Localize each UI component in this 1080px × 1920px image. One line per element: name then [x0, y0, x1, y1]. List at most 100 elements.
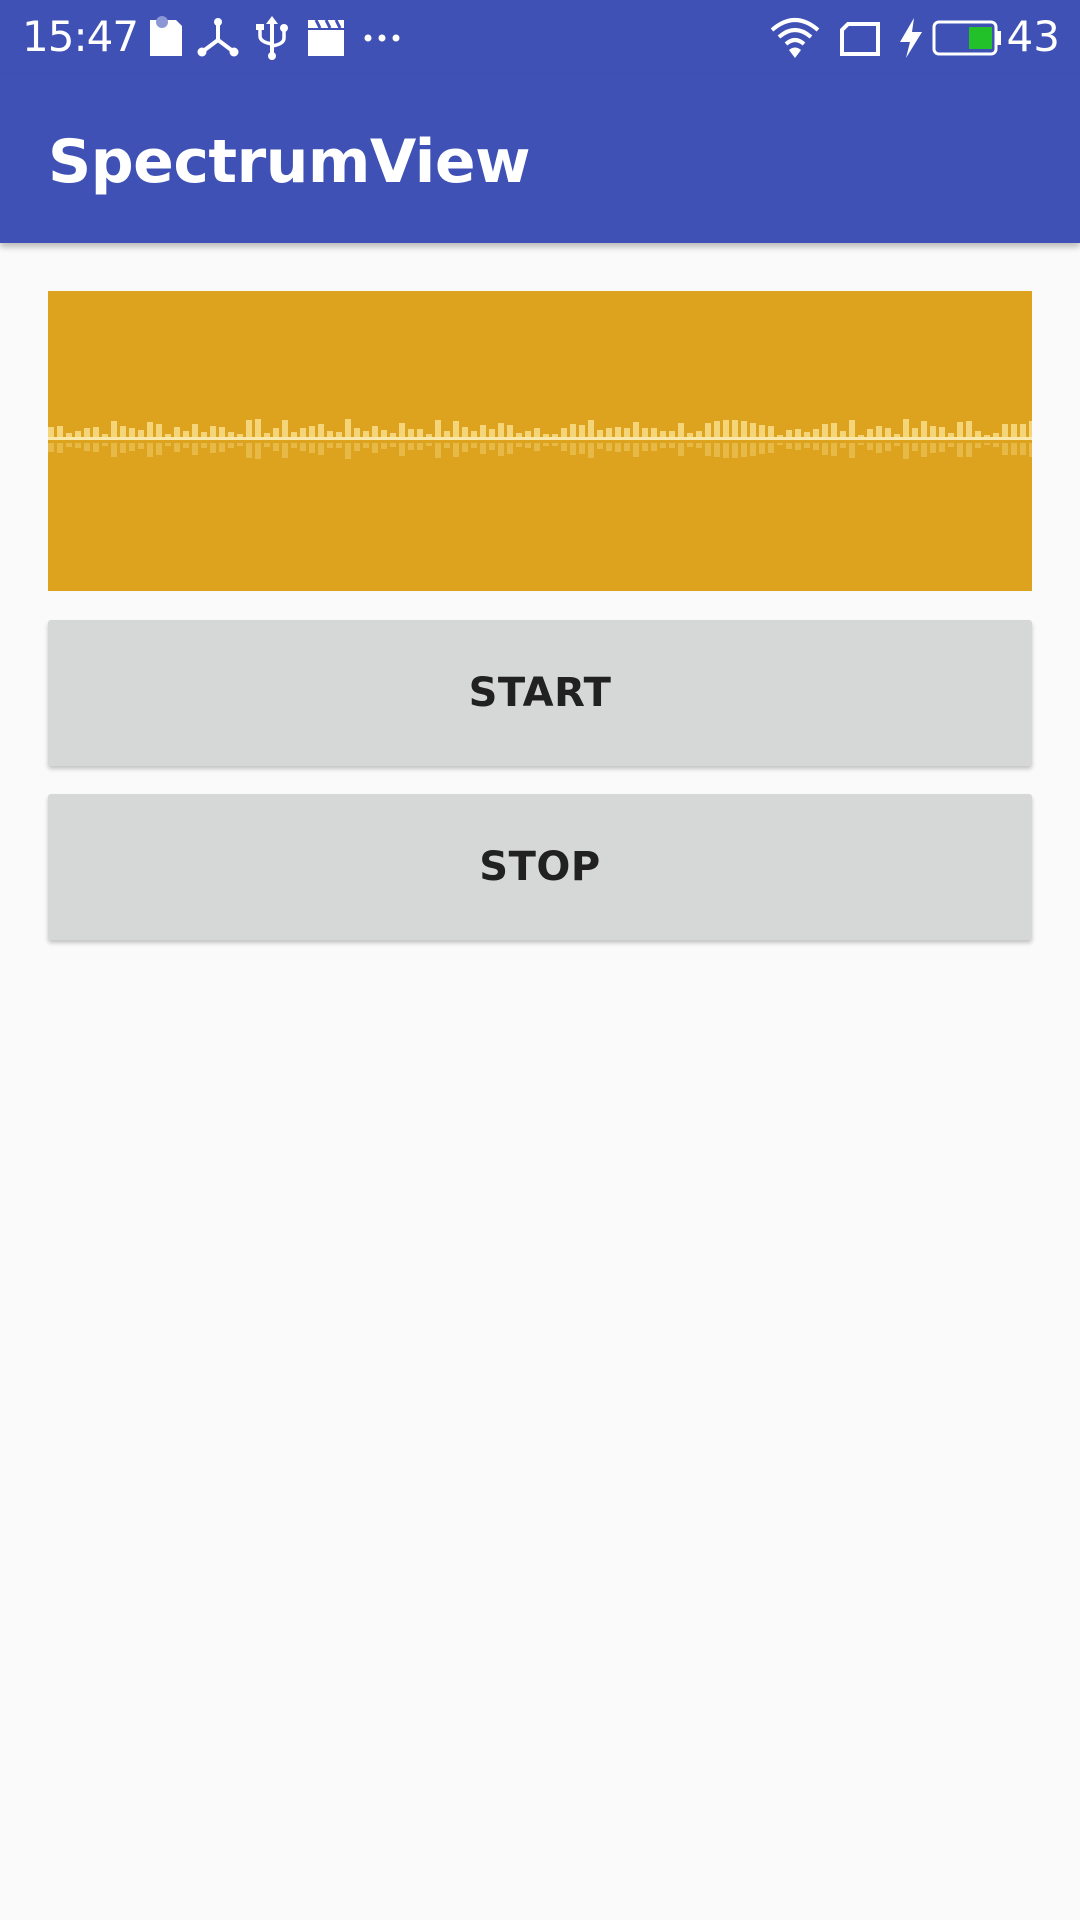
spectrum-bar — [57, 426, 63, 437]
spectrum-bar — [120, 426, 126, 437]
spectrum-bar — [786, 430, 792, 437]
spectrum-bar-reflection — [84, 443, 90, 451]
spectrum-bar — [462, 427, 468, 437]
spectrum-bar-reflection — [876, 443, 882, 453]
spectrum-bar — [1029, 421, 1032, 437]
spectrum-bar-reflection — [291, 443, 297, 448]
spectrum-bar-reflection — [993, 443, 999, 447]
spectrum-bar — [840, 431, 846, 437]
spectrum-bar-reflection — [1011, 443, 1017, 455]
spectrum-bar-reflection — [48, 443, 54, 452]
spectrum-bar-reflection — [345, 443, 351, 459]
spectrum-bar — [282, 420, 288, 437]
spectrum-bar-reflection — [813, 443, 819, 450]
spectrum-bar — [633, 422, 639, 437]
spectrum-bar-reflection — [939, 443, 945, 452]
spectrum-bar — [696, 431, 702, 437]
spectrum-bar — [1002, 424, 1008, 437]
spectrum-bar-reflection — [795, 443, 801, 450]
spectrum-bar-reflection — [840, 443, 846, 448]
spectrum-bar-reflection — [237, 443, 243, 446]
spectrum-bar-reflection — [210, 443, 216, 453]
stop-button[interactable]: STOP — [48, 794, 1032, 940]
spectrum-bar-reflection — [1020, 443, 1026, 455]
spectrum-bar — [561, 428, 567, 437]
spectrum-visualizer — [48, 419, 1032, 459]
spectrum-bar-reflection — [1029, 443, 1032, 457]
app-bar: SpectrumView — [0, 75, 1080, 243]
spectrum-bar — [381, 430, 387, 437]
spectrum-bar — [273, 428, 279, 437]
spectrum-bar-reflection — [597, 443, 603, 449]
spectrum-bar — [678, 423, 684, 437]
spectrum-bar-reflection — [111, 443, 117, 457]
spectrum-bar-reflection — [669, 443, 675, 448]
spectrum-bar — [831, 423, 837, 437]
spectrum-bar-reflection — [318, 443, 324, 455]
sd-card-icon — [144, 16, 188, 60]
spectrum-bar-reflection — [399, 443, 405, 456]
spectrum-bar — [921, 421, 927, 437]
spectrum-bar-reflection — [948, 443, 954, 447]
spectrum-bar-reflection — [984, 443, 990, 445]
spectrum-bar — [210, 426, 216, 437]
spectrum-bar — [687, 433, 693, 437]
spectrum-bar-reflection — [471, 443, 477, 448]
spectrum-bar-reflection — [741, 443, 747, 457]
spectrum-bar-reflection — [444, 443, 450, 448]
spectrum-bar-reflection — [678, 443, 684, 456]
spectrum-bar-reflection — [390, 443, 396, 447]
spectrum-bar-reflection — [822, 443, 828, 455]
spectrum-bar-reflection — [165, 443, 171, 446]
spectrum-bar-reflection — [894, 443, 900, 446]
spectrum-bar — [624, 428, 630, 437]
network-share-icon — [196, 16, 240, 60]
spectrum-bar-reflection — [885, 443, 891, 451]
spectrum-bar — [498, 423, 504, 437]
spectrum-view — [48, 291, 1032, 591]
spectrum-bar — [939, 427, 945, 437]
spectrum-bar-reflection — [696, 443, 702, 448]
spectrum-bar-reflection — [561, 443, 567, 451]
spectrum-bar — [768, 426, 774, 437]
sim-card-icon — [838, 16, 882, 60]
spectrum-bar-reflection — [489, 443, 495, 450]
spectrum-bar — [426, 434, 432, 437]
spectrum-bar-reflection — [129, 443, 135, 451]
spectrum-bar — [228, 432, 234, 437]
spectrum-bar — [300, 428, 306, 437]
spectrum-bar-reflection — [660, 443, 666, 448]
start-button[interactable]: START — [48, 620, 1032, 766]
spectrum-bar-reflection — [57, 443, 63, 453]
spectrum-bar-reflection — [417, 443, 423, 450]
spectrum-bar — [723, 420, 729, 437]
spectrum-bar — [471, 431, 477, 437]
spectrum-bar — [435, 420, 441, 437]
spectrum-bar — [138, 430, 144, 437]
spectrum-bar — [885, 428, 891, 437]
spectrum-bar — [48, 427, 54, 437]
spectrum-bar-reflection — [552, 443, 558, 446]
spectrum-bar — [516, 433, 522, 437]
spectrum-bar-reflection — [687, 443, 693, 447]
spectrum-bar-reflection — [147, 443, 153, 457]
spectrum-bar-reflection — [966, 443, 972, 457]
spectrum-bar — [408, 429, 414, 437]
spectrum-bar-reflection — [435, 443, 441, 458]
spectrum-bar — [642, 428, 648, 437]
spectrum-bar — [966, 421, 972, 437]
spectrum-bar — [606, 428, 612, 437]
spectrum-bar — [84, 428, 90, 437]
clapperboard-icon — [304, 16, 348, 60]
status-time: 15:47 — [22, 12, 139, 61]
spectrum-bar-reflection — [930, 443, 936, 453]
spectrum-bar — [219, 427, 225, 437]
spectrum-bar — [588, 420, 594, 437]
spectrum-bar — [948, 433, 954, 437]
spectrum-bar-reflection — [174, 443, 180, 452]
spectrum-bar-reflection — [201, 443, 207, 448]
spectrum-bar — [174, 427, 180, 437]
spectrum-bar — [390, 433, 396, 437]
spectrum-bar-reflection — [120, 443, 126, 453]
spectrum-bar-reflection — [309, 443, 315, 453]
